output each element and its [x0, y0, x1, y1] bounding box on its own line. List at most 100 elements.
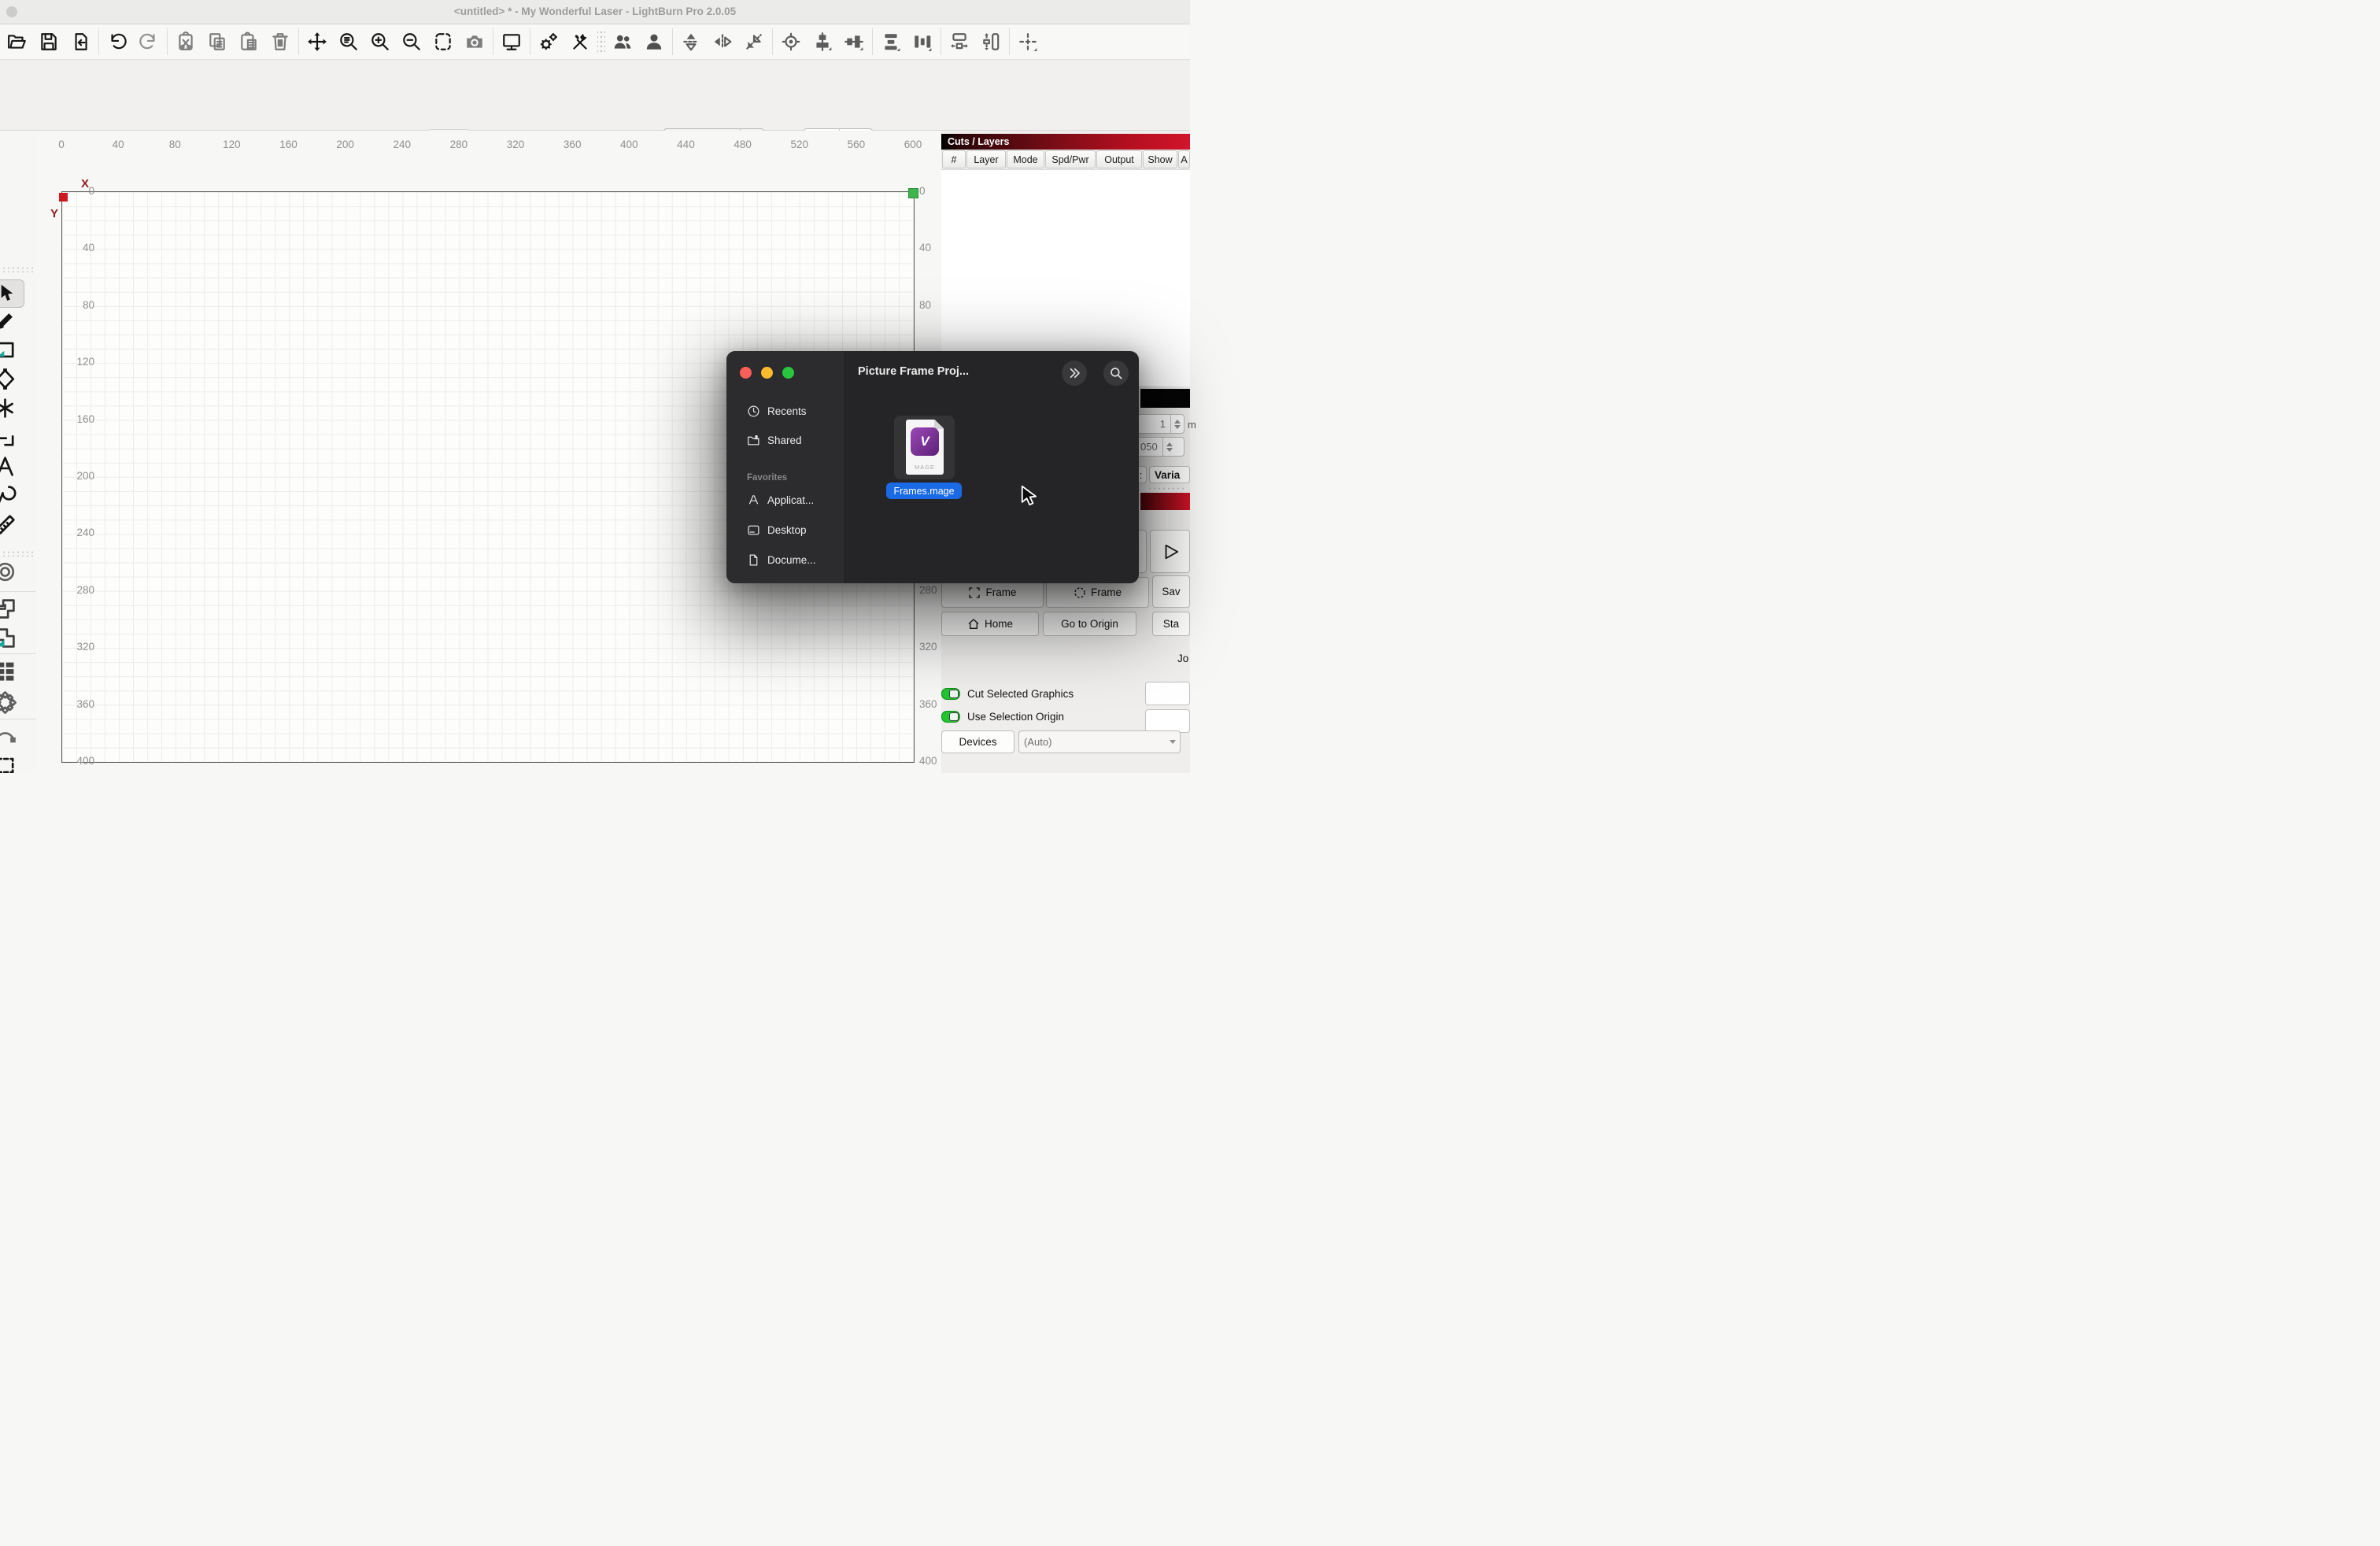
draw-lines-tool-icon[interactable]: [0, 307, 20, 334]
laser-origin-marker-green[interactable]: [908, 188, 918, 198]
rectangle-tool-icon[interactable]: [0, 336, 20, 363]
sidebar-item-shared[interactable]: Shared: [747, 434, 802, 447]
array-grid-tool-icon[interactable]: [0, 657, 20, 684]
job-origin-box-1[interactable]: [1145, 682, 1190, 705]
close-icon[interactable]: [740, 367, 752, 379]
mirror-diagonal-icon[interactable]: [738, 26, 770, 57]
resize-width-icon[interactable]: [944, 26, 975, 57]
align-horizontal-icon[interactable]: [838, 26, 870, 57]
paste-icon[interactable]: [233, 26, 264, 57]
home-button[interactable]: Home: [941, 612, 1039, 636]
ruler-label: 320: [500, 139, 531, 150]
layer-color-swatch[interactable]: [1140, 389, 1190, 408]
frame-selection-icon[interactable]: [427, 26, 459, 57]
zoom-window-icon[interactable]: [782, 367, 794, 379]
use-origin-toggle[interactable]: [941, 711, 960, 723]
ruler-label: 280: [443, 139, 475, 150]
ruler-label: 0: [46, 139, 77, 150]
devices-button[interactable]: Devices: [941, 730, 1014, 753]
sidebar-item-recents[interactable]: Recents: [747, 405, 807, 418]
select-tool-icon[interactable]: [0, 279, 20, 306]
preview-window-icon[interactable]: [496, 26, 527, 57]
passes-stepper[interactable]: [1170, 415, 1184, 433]
import-icon[interactable]: [65, 26, 96, 57]
variable-text-tab[interactable]: Varia: [1149, 466, 1190, 483]
focus-origin-icon[interactable]: [775, 26, 807, 57]
cut-selected-toggle[interactable]: [941, 688, 960, 700]
col-mode[interactable]: Mode: [1007, 150, 1044, 168]
col-layer[interactable]: Layer: [966, 150, 1006, 168]
zoom-to-page-icon[interactable]: [333, 26, 364, 57]
settings-icon[interactable]: [533, 26, 564, 57]
group-icon[interactable]: [607, 26, 638, 57]
panel-drag-handle[interactable]: [1148, 486, 1185, 491]
interval-stepper[interactable]: [1162, 438, 1176, 456]
pan-icon[interactable]: [301, 26, 333, 57]
col-air-fragment[interactable]: A: [1178, 150, 1190, 168]
move-to-position-icon[interactable]: [1012, 26, 1044, 57]
delete-icon[interactable]: [264, 26, 296, 57]
camera-icon[interactable]: [459, 26, 490, 57]
search-button[interactable]: [1103, 361, 1129, 386]
save-icon[interactable]: [33, 26, 65, 57]
job-origin-box-2[interactable]: [1145, 709, 1190, 733]
file-name-label[interactable]: Frames.mage: [886, 483, 962, 499]
device-settings-icon[interactable]: [564, 26, 596, 57]
play-button[interactable]: [1150, 530, 1190, 573]
col-show[interactable]: Show: [1143, 150, 1177, 168]
title-bar: <untitled> * - My Wonderful Laser - Ligh…: [0, 0, 1190, 24]
strip-drag-handle[interactable]: [2, 266, 33, 272]
distribute-vertical-icon[interactable]: [875, 26, 907, 57]
zoom-out-icon[interactable]: [396, 26, 427, 57]
home-icon: [967, 618, 980, 631]
star-tool-icon[interactable]: [0, 394, 20, 421]
ungroup-icon[interactable]: [638, 26, 670, 57]
col-output[interactable]: Output: [1096, 150, 1142, 168]
flip-vertical-icon[interactable]: [675, 26, 707, 57]
sidebar-item-desktop[interactable]: Desktop: [747, 523, 807, 537]
sidebar-item-documents[interactable]: Docume...: [747, 553, 816, 567]
cuts-layers-header[interactable]: Cuts / Layers: [941, 134, 1190, 150]
distribute-horizontal-icon[interactable]: [907, 26, 938, 57]
measure-tool-icon[interactable]: [0, 511, 20, 538]
corner-edit-tool-icon[interactable]: [0, 423, 20, 450]
offset-rings-tool-icon[interactable]: [0, 558, 20, 585]
start-button[interactable]: Sta: [1152, 612, 1190, 636]
save-gcode-button[interactable]: Sav: [1152, 575, 1190, 608]
redo-icon[interactable]: [133, 26, 164, 57]
strip-drag-handle[interactable]: [2, 550, 33, 557]
array-circular-tool-icon[interactable]: [0, 689, 20, 716]
text-tool-icon[interactable]: [0, 453, 20, 479]
sidebar-item-applications[interactable]: Applicat...: [747, 494, 814, 507]
ruler-label: 360: [919, 698, 941, 710]
laser-header-fragment[interactable]: [1140, 493, 1190, 510]
object-properties-bar: s 274.257 mm s 23.486 mm Width 304.800 m…: [0, 60, 1190, 131]
open-icon[interactable]: [2, 26, 33, 57]
polygon-tool-icon[interactable]: [0, 365, 20, 392]
col-spd-pwr[interactable]: Spd/Pwr: [1045, 150, 1096, 168]
align-vertical-icon[interactable]: [807, 26, 838, 57]
origin-marker-red[interactable]: [59, 193, 68, 202]
mask-rect-tool-icon[interactable]: [0, 752, 20, 773]
strip-divider: [0, 591, 36, 592]
interval-field[interactable]: 050: [1135, 437, 1184, 457]
device-select-dropdown[interactable]: (Auto): [1018, 730, 1181, 753]
zoom-in-icon[interactable]: [364, 26, 396, 57]
toolbar-expand-button[interactable]: [1062, 361, 1087, 386]
edit-nodes-tool-icon[interactable]: [0, 723, 20, 749]
toolbar-drag-handle[interactable]: [597, 29, 605, 54]
resize-height-icon[interactable]: [975, 26, 1007, 57]
boolean-union-tool-icon[interactable]: [0, 624, 20, 651]
ruler-label: 400: [919, 755, 941, 767]
copy-icon[interactable]: [201, 26, 233, 57]
go-to-origin-button[interactable]: Go to Origin: [1043, 612, 1136, 636]
cut-icon[interactable]: [170, 26, 201, 57]
passes-field[interactable]: 1: [1135, 414, 1184, 434]
finder-window[interactable]: Recents Shared Favorites Applicat... Des…: [726, 351, 1139, 583]
minimize-icon[interactable]: [761, 367, 773, 379]
undo-icon[interactable]: [102, 26, 133, 57]
offset-shapes-tool-icon[interactable]: [0, 595, 20, 622]
col-num[interactable]: #: [942, 150, 966, 168]
flip-horizontal-icon[interactable]: [707, 26, 738, 57]
pen-offset-tool-icon[interactable]: [0, 482, 20, 509]
